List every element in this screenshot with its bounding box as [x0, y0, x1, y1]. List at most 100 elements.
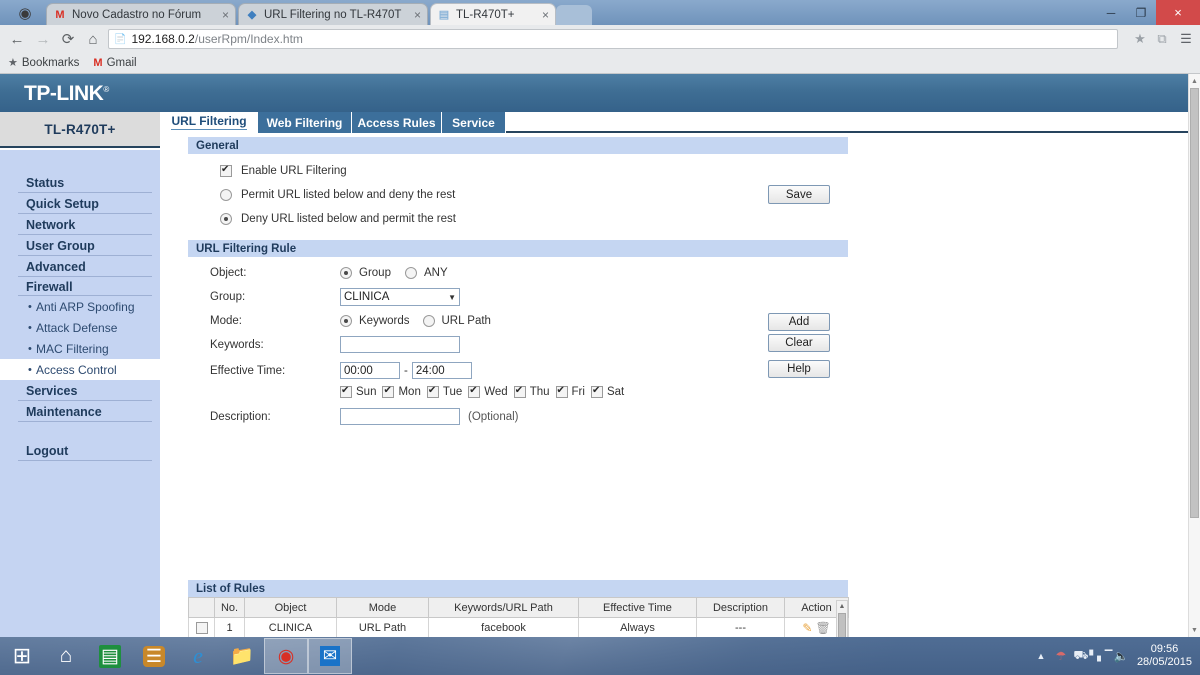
sidebar-item-label: Access Control — [36, 362, 117, 377]
sidebar-item-anti-arp-spoofing[interactable]: • Anti ARP Spoofing — [0, 296, 160, 317]
tab-service[interactable]: Service — [442, 112, 506, 133]
rules-table-scrollbar[interactable]: ▲ — [836, 600, 848, 637]
sidebar-item-advanced[interactable]: Advanced — [18, 256, 152, 277]
taskbar-calculator-button[interactable]: ▤ — [88, 638, 132, 674]
page-scroll-up-icon[interactable]: ▲ — [1190, 75, 1199, 87]
mode-urlpath-label: URL Path — [441, 315, 491, 327]
time-start-input[interactable]: 00:00 — [340, 362, 400, 379]
sidebar-item-status[interactable]: Status — [18, 172, 152, 193]
back-icon[interactable]: ← — [6, 29, 28, 49]
enable-url-filtering-checkbox[interactable] — [220, 164, 232, 177]
page-scrollbar-thumb[interactable] — [1190, 88, 1199, 518]
page-scroll-down-icon[interactable]: ▼ — [1190, 624, 1199, 636]
clear-button[interactable]: Clear — [768, 334, 830, 352]
taskbar-notes-button[interactable]: ☰ — [132, 638, 176, 674]
sidebar-item-logout[interactable]: Logout — [18, 440, 152, 461]
tab-access-rules[interactable]: Access Rules — [352, 112, 442, 133]
mode-keywords-radio[interactable] — [340, 315, 352, 327]
tab-web-filtering[interactable]: Web Filtering — [258, 112, 352, 133]
permit-mode-radio[interactable] — [220, 189, 232, 201]
day-checkbox-fri[interactable] — [555, 385, 568, 398]
help-button[interactable]: Help — [768, 360, 830, 378]
effective-time-label: Effective Time: — [210, 364, 286, 377]
window-restore-button[interactable]: ❐ — [1126, 0, 1156, 25]
address-bar[interactable]: 📄 192.168.0.2/userRpm/Index.htm — [108, 29, 1118, 49]
windows-icon: ⊞ — [12, 643, 32, 668]
tab-close-icon[interactable]: × — [222, 8, 229, 22]
security-shield-icon[interactable]: ☂ — [1051, 649, 1071, 663]
sidebar-item-attack-defense[interactable]: • Attack Defense — [0, 317, 160, 338]
rules-table-scrollbar-thumb[interactable] — [838, 613, 846, 637]
day-checkbox-wed[interactable] — [468, 385, 481, 398]
sidebar-item-quick-setup[interactable]: Quick Setup — [18, 193, 152, 214]
group-select[interactable]: CLINICA ▼ — [340, 288, 460, 306]
description-optional-hint: (Optional) — [468, 410, 519, 423]
browser-tab-2[interactable]: ◆ URL Filtering no TL-R470T × — [238, 3, 428, 25]
tab-label: URL Filtering — [171, 113, 247, 130]
day-checkbox-mon[interactable] — [382, 385, 395, 398]
day-checkbox-sun[interactable] — [340, 385, 352, 398]
window-minimize-button[interactable]: ─ — [1096, 0, 1126, 25]
rules-table: No. Object Mode Keywords/URL Path Effect… — [188, 597, 849, 637]
table-row[interactable]: 1 CLINICA URL Path facebook Always --- ✎… — [188, 617, 849, 637]
sidebar-item-firewall[interactable]: Firewall — [18, 277, 152, 296]
description-input[interactable] — [340, 408, 460, 425]
browser-tab-1[interactable]: M Novo Cadastro no Fórum × — [46, 3, 236, 25]
taskbar-chrome-button[interactable]: ◉ — [264, 638, 308, 674]
sidebar-item-maintenance[interactable]: Maintenance — [18, 401, 152, 422]
delete-icon[interactable]: 🗑 — [815, 621, 830, 635]
menu-icon[interactable]: ☰ — [1176, 30, 1196, 48]
bullet-icon: • — [28, 321, 32, 334]
taskbar-home-button[interactable]: ⌂ — [44, 638, 88, 674]
sidebar-item-mac-filtering[interactable]: • MAC Filtering — [0, 338, 160, 359]
day-checkbox-thu[interactable] — [513, 385, 526, 398]
taskbar-internet-explorer-button[interactable]: e — [176, 638, 220, 674]
add-button[interactable]: Add — [768, 313, 830, 331]
taskbar-clock[interactable]: 09:56 28/05/2015 — [1137, 643, 1192, 669]
bookmark-star-icon[interactable]: ★ — [1130, 30, 1150, 48]
page-scrollbar[interactable]: ▲ ▼ — [1188, 74, 1200, 637]
tab-label: Access Rules — [357, 115, 436, 130]
sidebar-item-access-control[interactable]: • Access Control — [0, 359, 160, 380]
day-checkbox-tue[interactable] — [426, 385, 439, 398]
row-checkbox-cell[interactable] — [188, 617, 215, 637]
volume-icon[interactable]: 🔈 — [1111, 649, 1131, 663]
translate-icon[interactable]: ⧉ — [1152, 30, 1172, 48]
scroll-up-icon[interactable]: ▲ — [837, 601, 847, 612]
tab-title: URL Filtering no TL-R470T — [264, 8, 402, 21]
reload-icon[interactable]: ⟳ — [57, 29, 79, 49]
sidebar-item-services[interactable]: Services — [18, 380, 152, 401]
day-label-mon: Mon — [398, 386, 421, 398]
object-group-radio[interactable] — [340, 267, 352, 279]
sidebar-item-network[interactable]: Network — [18, 214, 152, 235]
save-button[interactable]: Save — [768, 185, 830, 204]
edit-icon[interactable]: ✎ — [802, 621, 812, 635]
chevron-down-icon: ▼ — [448, 292, 456, 302]
deny-mode-radio[interactable] — [220, 213, 232, 225]
network-signal-icon[interactable]: ▘▖▔ — [1089, 651, 1112, 662]
mode-urlpath-radio[interactable] — [422, 315, 435, 327]
tab-close-icon[interactable]: × — [414, 8, 421, 22]
browser-tab-3-active[interactable]: ▤ TL-R470T+ × — [430, 3, 556, 25]
tab-url-filtering[interactable]: URL Filtering — [160, 112, 258, 133]
taskbar-mail-button[interactable]: ✉ — [308, 638, 352, 674]
object-any-radio[interactable] — [404, 267, 417, 279]
row-checkbox[interactable] — [195, 621, 208, 634]
new-tab-button[interactable] — [556, 5, 592, 25]
general-section-header: General — [188, 137, 848, 154]
time-end-input[interactable]: 24:00 — [411, 362, 472, 379]
tab-close-icon[interactable]: × — [542, 8, 549, 22]
col-effective-time: Effective Time — [578, 597, 697, 618]
home-icon[interactable]: ⌂ — [82, 29, 104, 49]
taskbar-file-explorer-button[interactable]: 📁 — [220, 638, 264, 674]
sidebar-item-user-group[interactable]: User Group — [18, 235, 152, 256]
window-close-button[interactable]: × — [1156, 0, 1200, 25]
taskbar-start-button[interactable]: ⊞ — [0, 638, 44, 674]
bookmark-item-gmail[interactable]: M Gmail — [93, 57, 136, 69]
day-checkbox-sat[interactable] — [590, 385, 603, 398]
keywords-input[interactable] — [340, 336, 460, 353]
forward-icon[interactable]: → — [32, 29, 54, 49]
bookmark-item-bookmarks[interactable]: ★ Bookmarks — [8, 56, 79, 70]
usb-device-icon[interactable]: ⛟ — [1071, 648, 1091, 664]
show-hidden-icons-icon[interactable]: ▲ — [1031, 651, 1051, 661]
